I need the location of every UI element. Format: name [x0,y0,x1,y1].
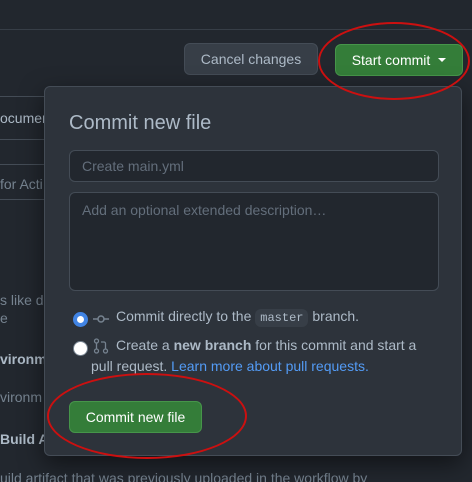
commit-new-file-button[interactable]: Commit new file [69,401,202,433]
caret-down-icon [438,58,447,62]
background-build-heading: Build A [0,431,49,447]
radio-new-branch[interactable] [73,341,88,356]
option-direct-prefix: Commit directly to the [116,308,252,324]
background-actions-text: for Acti [0,176,43,192]
background-environment-heading: vironm [0,351,47,367]
background-e-text: e [0,310,8,326]
commit-popover: Commit new file Commit directly to the m… [44,86,462,456]
commit-description-textarea[interactable] [69,192,439,291]
learn-more-link[interactable]: Learn more about pull requests. [171,358,369,374]
commit-summary-input[interactable] [69,150,439,182]
background-like-text: s like d [0,292,44,308]
background-artifact-text: uild artifact that was previously upload… [0,470,368,482]
branch-name: master [255,309,309,327]
option-new-suffix: for this commit and start a [255,337,417,353]
option-new-line1: Create a new branch for this commit and … [116,335,416,356]
option-direct-text: Commit directly to the master branch. [116,306,359,329]
commit-new-file-label: Commit new file [85,409,186,425]
radio-commit-direct[interactable] [73,312,88,327]
option-new-pull-request: pull request. [91,358,168,374]
header-divider [0,29,472,30]
background-environment-text: vironm [0,389,43,405]
git-pull-request-icon [93,338,109,354]
cancel-changes-button[interactable]: Cancel changes [184,43,318,75]
option-new-prefix: Create a [116,337,170,353]
git-commit-icon [93,315,109,323]
popover-title: Commit new file [69,112,212,134]
option-new-bold: new branch [173,337,252,353]
start-commit-label: Start commit [351,52,431,68]
option-direct-suffix: branch. [312,308,360,324]
option-new-line2: pull request. Learn more about pull requ… [91,356,369,377]
background-docs-text: ocumen [0,110,50,126]
cancel-changes-label: Cancel changes [200,51,302,67]
start-commit-button[interactable]: Start commit [335,44,463,76]
